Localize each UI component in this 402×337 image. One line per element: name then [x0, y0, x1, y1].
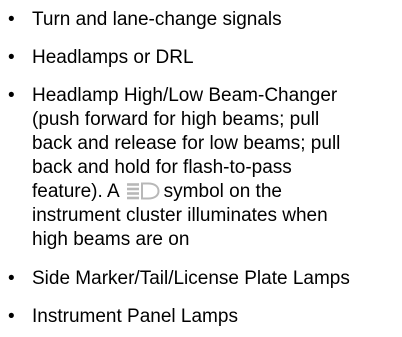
item-text-line: Turn and lane-change signals [32, 9, 282, 30]
item-text-line-with-icon: feature). A symbol on the [32, 180, 400, 204]
item-text-line: Headlamp High/Low Beam-Changer [32, 85, 338, 106]
list-item-text: Headlamp High/Low Beam-Changer (push for… [32, 84, 400, 252]
item-text-line: back and release for low beams; pull [32, 133, 341, 154]
bullet-marker: • [8, 9, 15, 30]
bullet-marker: • [8, 85, 15, 106]
item-text-line: Side Marker/Tail/License Plate Lamps [32, 268, 350, 289]
bullet-marker: • [8, 268, 15, 289]
bullet-marker: • [8, 47, 15, 68]
list-item-text: Side Marker/Tail/License Plate Lamps [32, 267, 400, 291]
list-item-text: Instrument Panel Lamps [32, 305, 400, 329]
list-item-text: Headlamps or DRL [32, 46, 400, 70]
bullet-marker: • [8, 306, 15, 327]
high-beam-indicator-icon [126, 182, 160, 200]
item-text-line: (push forward for high beams; pull [32, 109, 320, 130]
item-text-segment: symbol on the [163, 181, 282, 202]
item-text-segment: feature). A [32, 181, 120, 202]
item-text-line: Headlamps or DRL [32, 47, 194, 68]
list-item-text: Turn and lane-change signals [32, 8, 400, 32]
item-text-line: instrument cluster illuminates when [32, 205, 328, 226]
item-text-line: Instrument Panel Lamps [32, 306, 238, 327]
item-text-line: back and hold for flash-to-pass [32, 157, 292, 178]
item-text-line: high beams are on [32, 229, 190, 250]
